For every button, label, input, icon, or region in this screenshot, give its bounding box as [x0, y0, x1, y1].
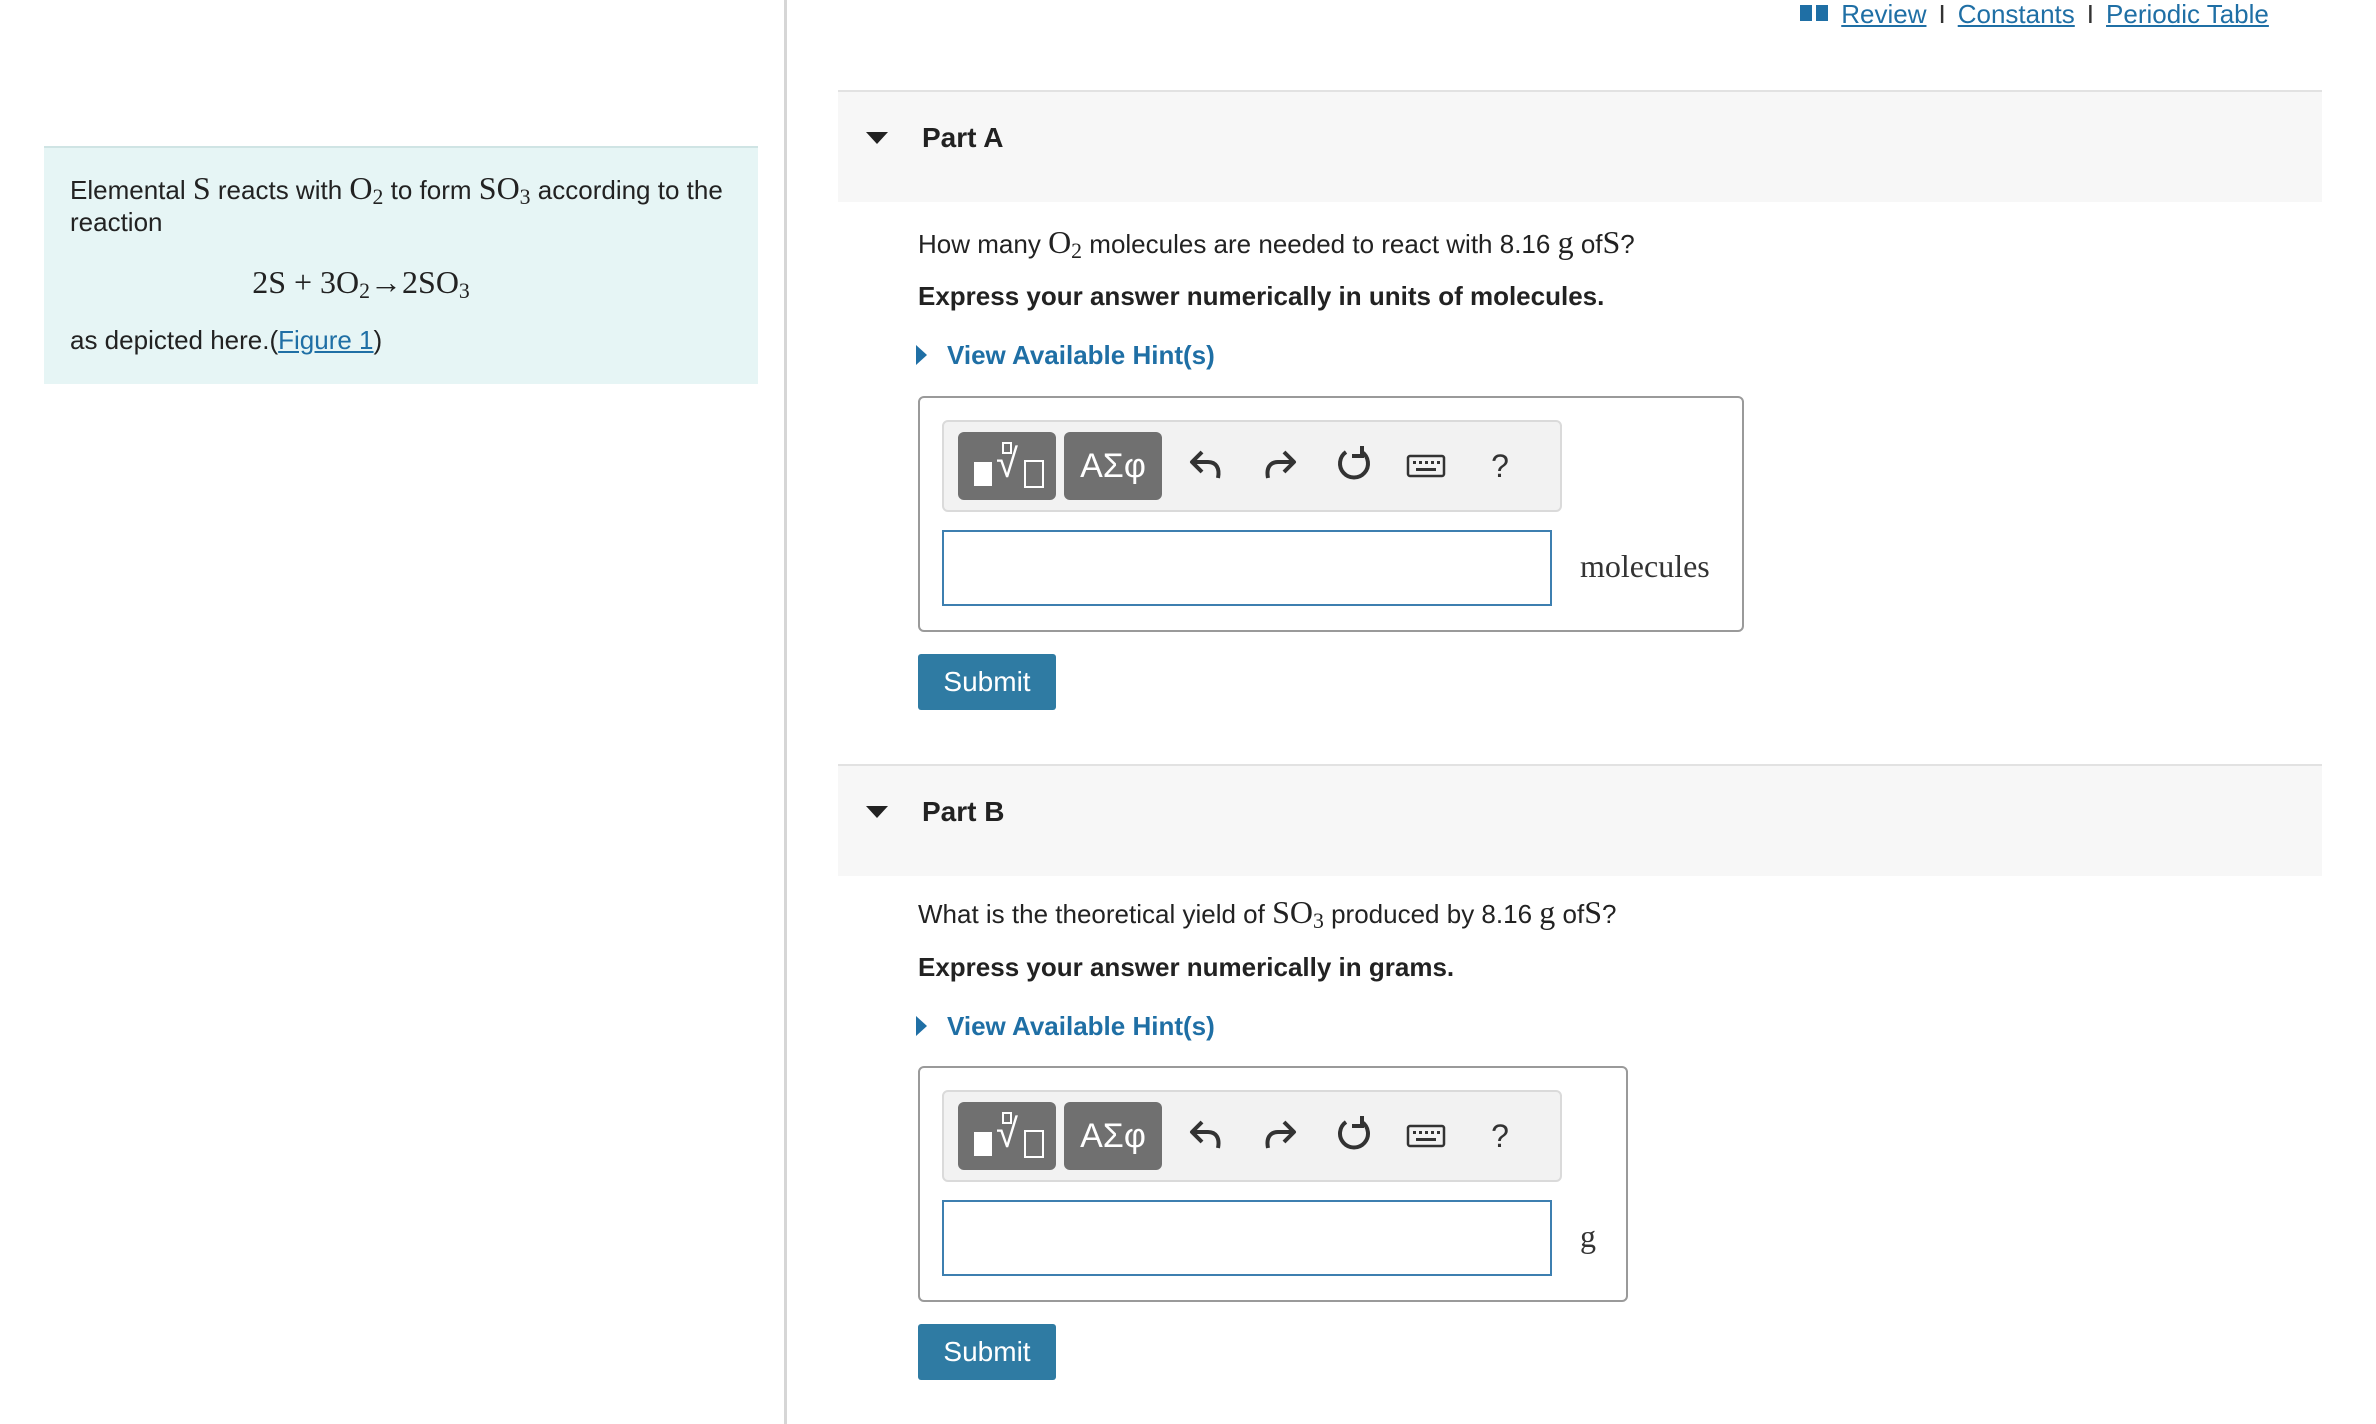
part-a-header[interactable]: Part A: [838, 90, 2322, 202]
book-icon: [1800, 0, 1841, 29]
panel-divider: [784, 0, 787, 1424]
part-a-title: Part A: [922, 122, 1004, 153]
intro-figure-line: as depicted here.(Figure 1): [70, 325, 383, 355]
reset-icon[interactable]: [1332, 444, 1376, 488]
collapse-caret-icon[interactable]: [866, 806, 888, 818]
periodic-table-link[interactable]: Periodic Table: [2106, 0, 2269, 29]
part-a-submit-button[interactable]: Submit: [918, 654, 1056, 710]
intro-text-3: to form: [390, 175, 472, 205]
redo-icon[interactable]: [1258, 444, 1302, 488]
collapse-caret-icon[interactable]: [866, 132, 888, 144]
help-icon[interactable]: ?: [1478, 1114, 1522, 1158]
reset-icon[interactable]: [1332, 1114, 1376, 1158]
part-b-submit-button[interactable]: Submit: [918, 1324, 1056, 1380]
symbols-icon[interactable]: ΑΣφ: [1064, 1102, 1162, 1170]
separator: I: [2086, 0, 2095, 29]
hint-label: View Available Hint(s): [947, 1011, 1215, 1041]
formula-so3: SO3: [1272, 894, 1324, 933]
intro-text-2: reacts with: [217, 175, 343, 205]
undo-icon[interactable]: [1184, 444, 1228, 488]
templates-icon[interactable]: √: [958, 432, 1056, 500]
undo-icon[interactable]: [1184, 1114, 1228, 1158]
formula-so3: SO3: [478, 170, 531, 209]
part-a-instruction: Express your answer numerically in units…: [918, 281, 1605, 311]
math-toolbar: √ ΑΣφ ?: [942, 1090, 1562, 1182]
separator: I: [1938, 0, 1946, 29]
part-a-unit: molecules: [1580, 548, 1710, 584]
formula-o2: O2: [349, 170, 384, 209]
keyboard-icon[interactable]: [1404, 444, 1448, 488]
help-icon[interactable]: ?: [1478, 444, 1522, 488]
part-b-hint-toggle[interactable]: View Available Hint(s): [916, 1011, 1215, 1042]
part-b-unit: g: [1580, 1218, 1596, 1254]
intro-text: Elemental S reacts with O2 to form SO3 a…: [70, 172, 732, 238]
part-b-title: Part B: [922, 796, 1005, 827]
part-a-answer-box: √ ΑΣφ ? molecules: [918, 396, 1744, 632]
symbols-icon[interactable]: ΑΣφ: [1064, 432, 1162, 500]
resource-links: Review I Constants I Periodic Table: [1800, 0, 2269, 28]
part-a-question: How many O2 molecules are needed to reac…: [918, 224, 1635, 263]
part-b-header[interactable]: Part B: [838, 764, 2322, 876]
problem-intro: Elemental S reacts with O2 to form SO3 a…: [44, 146, 758, 384]
part-b-question: What is the theoretical yield of SO3 pro…: [918, 894, 1617, 933]
figure-link[interactable]: Figure 1: [278, 325, 373, 355]
keyboard-icon[interactable]: [1404, 1114, 1448, 1158]
formula-o2: O2: [1048, 224, 1083, 263]
intro-text-1: Elemental: [70, 175, 186, 205]
redo-icon[interactable]: [1258, 1114, 1302, 1158]
part-a-answer-input[interactable]: [942, 530, 1552, 606]
part-a-hint-toggle[interactable]: View Available Hint(s): [916, 340, 1215, 371]
part-b-answer-input[interactable]: [942, 1200, 1552, 1276]
templates-icon[interactable]: √: [958, 1102, 1056, 1170]
review-link[interactable]: Review: [1841, 0, 1926, 29]
reaction-equation: 2S + 3O2→2SO3: [252, 264, 470, 303]
hint-label: View Available Hint(s): [947, 340, 1215, 370]
part-b-instruction: Express your answer numerically in grams…: [918, 952, 1455, 982]
expand-triangle-icon: [916, 1016, 927, 1036]
part-b-answer-box: √ ΑΣφ ? g: [918, 1066, 1628, 1302]
constants-link[interactable]: Constants: [1958, 0, 2075, 29]
math-toolbar: √ ΑΣφ ?: [942, 420, 1562, 512]
expand-triangle-icon: [916, 345, 927, 365]
element-s: S: [192, 170, 211, 206]
